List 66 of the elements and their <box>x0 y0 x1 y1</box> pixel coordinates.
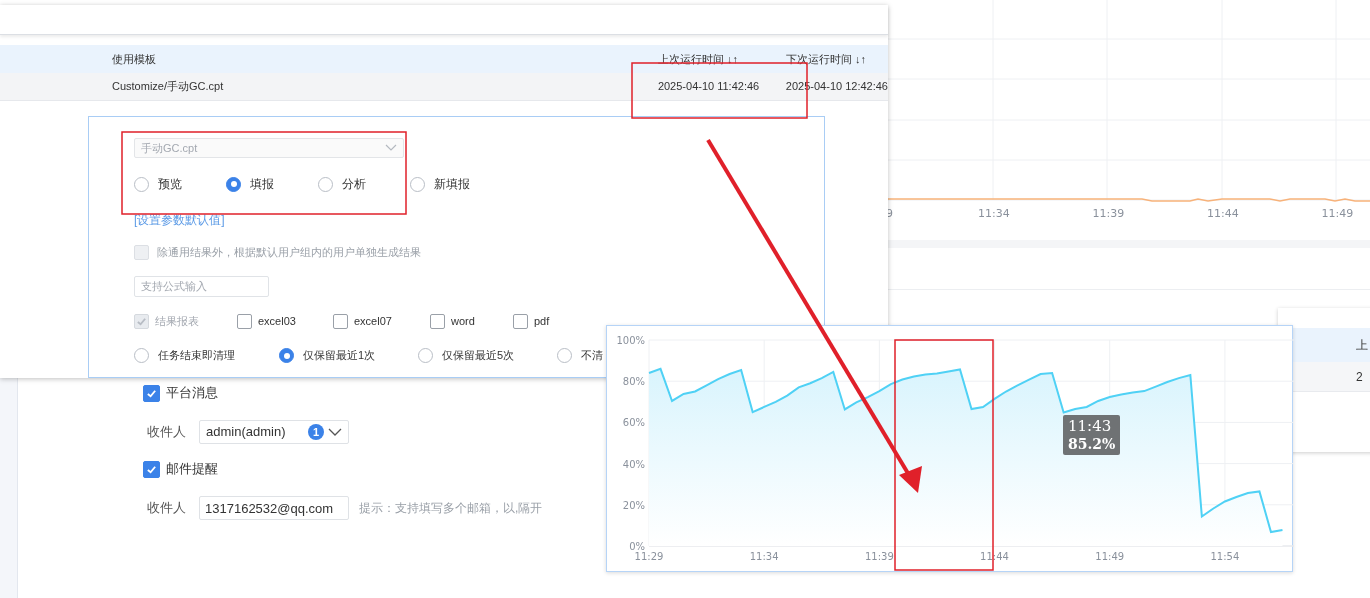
checkbox[interactable] <box>143 384 160 402</box>
count-badge: 1 <box>308 424 324 440</box>
radio-label: 预览 <box>158 176 182 193</box>
radio-label: 不清 <box>581 348 603 364</box>
axis-label: 11:29 <box>634 551 664 562</box>
checkbox[interactable] <box>333 314 348 329</box>
checkbox-label: 结果报表 <box>155 314 199 330</box>
radio-button[interactable] <box>410 176 425 192</box>
tooltip-value: 85.2% <box>1068 435 1116 453</box>
axis-label: 11:44 <box>1207 206 1239 222</box>
table-cell-text: 2025-04-10 11:42:46 <box>657 79 761 95</box>
radio-button[interactable] <box>279 348 294 363</box>
checkbox[interactable] <box>513 314 528 329</box>
checkbox-label: 平台消息 <box>166 384 218 403</box>
checkbox-label: word <box>451 314 475 330</box>
axis-label: 11:49 <box>1095 551 1125 562</box>
column-header[interactable]: 下次运行时间 ↓↑ <box>786 50 888 68</box>
checkbox-label: excel03 <box>258 314 296 330</box>
axis-label: 100% <box>616 335 645 346</box>
axis-label: 80% <box>622 376 645 388</box>
axis-label: 11:49 <box>1321 206 1354 222</box>
checkmark-icon <box>146 387 157 399</box>
radio-button[interactable] <box>418 348 433 363</box>
field-label: 收件人 <box>147 423 187 442</box>
radio-button[interactable] <box>134 176 149 192</box>
axis-label: 11:34 <box>749 551 779 562</box>
radio-label: 新填报 <box>434 176 470 193</box>
checkbox-label: 除通用结果外，根据默认用户组内的用户单独生成结果 <box>157 245 421 260</box>
axis-label: 11:34 <box>978 206 1010 222</box>
axis-label: 40% <box>622 458 645 470</box>
column-header: 上 <box>1356 337 1368 354</box>
checkmark-icon <box>146 463 157 475</box>
radio-label: 仅保留最近1次 <box>303 348 376 364</box>
email-field[interactable]: 1317162532@qq.com <box>199 496 349 520</box>
hint-text: 提示：支持填写多个邮箱，以,隔开 <box>359 500 543 517</box>
checkbox-label: pdf <box>534 314 550 330</box>
radio-button[interactable] <box>557 348 572 363</box>
checkbox[interactable] <box>237 314 252 329</box>
radio-label: 仅保留最近5次 <box>442 348 515 364</box>
table-cell-text: Customize/手动GC.cpt <box>111 79 225 95</box>
checkbox-label: excel07 <box>354 314 392 330</box>
radio-label: 填报 <box>250 176 274 193</box>
radio-button[interactable] <box>226 176 241 192</box>
column-header: 使用模板 <box>111 51 157 67</box>
radio-label: 任务结束即清理 <box>158 348 235 364</box>
checkbox[interactable] <box>430 314 445 329</box>
column-header[interactable]: 上次运行时间 ↓↑ <box>658 50 786 68</box>
table-cell-text: 2 <box>1356 368 1363 386</box>
axis-label: 11:39 <box>1092 206 1125 222</box>
field-label: 收件人 <box>147 499 187 518</box>
checkbox-label: 邮件提醒 <box>166 460 218 479</box>
chevron-down-icon <box>328 427 342 437</box>
checkbox[interactable] <box>143 460 160 478</box>
tooltip-time: 11:43 <box>1068 417 1113 435</box>
checkmark-icon <box>136 316 147 327</box>
axis-label: 11:54 <box>1210 551 1240 562</box>
axis-label: 0% <box>629 541 645 552</box>
axis-label: 60% <box>622 417 645 429</box>
axis-label: 11:39 <box>864 551 894 562</box>
recipient-select[interactable]: admin(admin) 1 <box>199 420 349 444</box>
chevron-down-icon <box>385 144 397 152</box>
radio-button[interactable] <box>318 176 333 192</box>
axis-label: 20% <box>622 499 645 511</box>
formula-field[interactable]: 支持公式输入 <box>134 275 269 297</box>
radio-button[interactable] <box>134 348 149 363</box>
radio-label: 分析 <box>342 176 366 193</box>
